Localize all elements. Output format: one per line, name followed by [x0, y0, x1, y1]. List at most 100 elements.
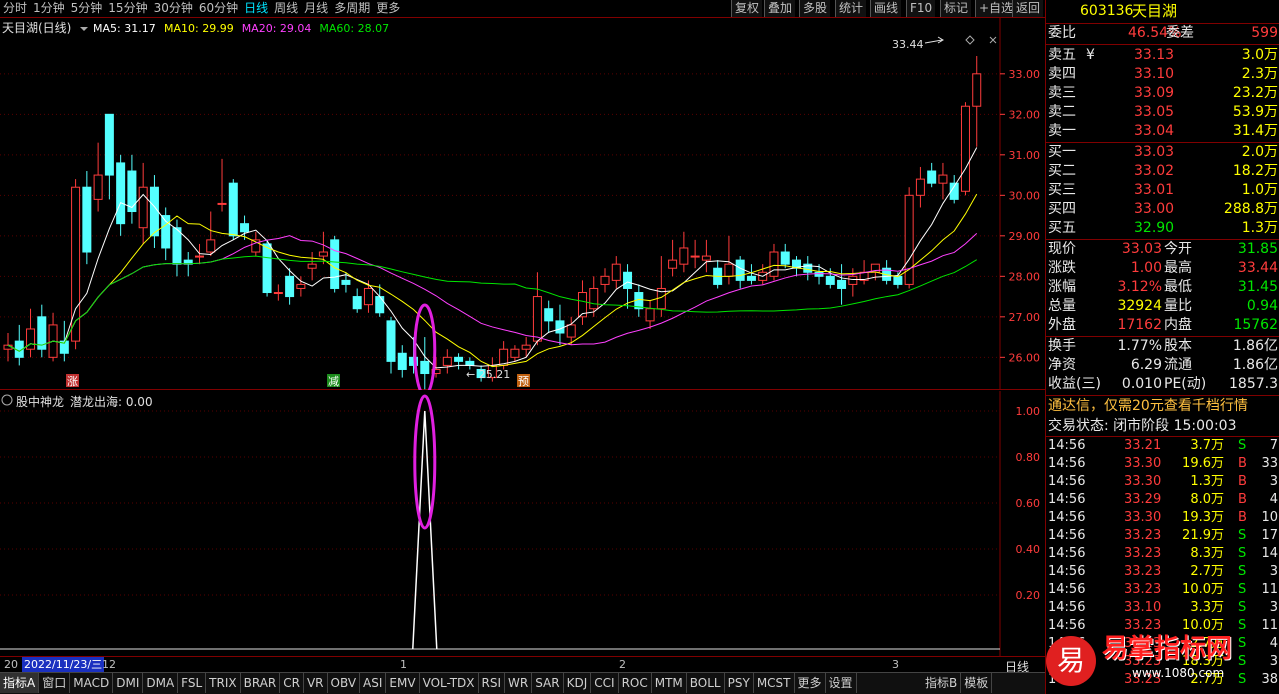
- indicator-menu-icon[interactable]: [1, 394, 13, 406]
- indicator-tab[interactable]: 设置: [826, 673, 857, 693]
- tick-price: 33.23: [1124, 528, 1162, 543]
- tick-row: 14:56 33.23 8.3万 S 14: [1046, 545, 1279, 563]
- candle-body: [127, 170, 137, 213]
- ma20-line: [7, 233, 978, 352]
- chevron-down-icon[interactable]: [80, 27, 88, 31]
- indicator-tab[interactable]: VR: [304, 673, 328, 693]
- toolbar-button[interactable]: F10: [906, 0, 936, 17]
- share-label: PE(动): [1164, 376, 1207, 392]
- tick-price: 33.30: [1124, 456, 1162, 471]
- timeframe-tab[interactable]: 月线: [301, 0, 331, 17]
- tick-price: 33.23: [1124, 564, 1162, 579]
- timeframe-tab[interactable]: 5分钟: [68, 0, 106, 17]
- indicator-tab[interactable]: MTM: [652, 673, 687, 693]
- tick-count: 14: [1261, 546, 1278, 561]
- toolbar-button[interactable]: 返回: [1012, 0, 1044, 17]
- indicator-tab[interactable]: MCST: [754, 673, 795, 693]
- indicator-tab[interactable]: OBV: [328, 673, 361, 693]
- indicator-svg[interactable]: 1.00 0.80 0.60 0.40 0.20: [0, 391, 1045, 656]
- toolbar-button[interactable]: 复权: [731, 0, 763, 17]
- bid-price: 33.02: [1134, 163, 1175, 179]
- tick-price: 33.10: [1124, 600, 1162, 615]
- share-value: 1.86亿: [1232, 357, 1278, 373]
- indicator-tab[interactable]: CR: [280, 673, 304, 693]
- indicator-tab[interactable]: DMA: [143, 673, 179, 693]
- kline-chart[interactable]: 33.00 32.00 31.00 30.00 29.00 28.00 27.00 26.00…: [0, 18, 1045, 397]
- tick-volume: 3.3万: [1190, 600, 1224, 615]
- axis-after-date: 12: [102, 658, 116, 671]
- tick-side: S: [1238, 438, 1247, 453]
- diamond-icon[interactable]: [965, 35, 975, 45]
- indicator-tab[interactable]: CCI: [591, 673, 619, 693]
- indicator-tab[interactable]: 指标A: [0, 673, 40, 693]
- candle-body: [318, 251, 328, 257]
- ma-label: MA20: 29.04: [242, 22, 312, 35]
- stat-row: 现价 33.03 今开 31.85: [1046, 240, 1279, 259]
- promo-link[interactable]: 通达信，仅需20元查看千档行情: [1046, 397, 1279, 416]
- indicator-value: 潜龙出海: 0.00: [70, 395, 153, 409]
- ask-row: 卖一 33.04 31.4万: [1046, 122, 1279, 141]
- timeframe-tab[interactable]: 30分钟: [151, 0, 196, 17]
- indicator-tab[interactable]: 模板: [961, 673, 993, 693]
- indicator-tab[interactable]: 窗口: [39, 673, 71, 693]
- timeframe-tab[interactable]: 分时: [0, 0, 30, 17]
- high-annotation: 33.44: [892, 38, 924, 51]
- tick-count: 11: [1261, 582, 1278, 597]
- indicator-tab[interactable]: PSY: [725, 673, 754, 693]
- bid-label: 买五: [1048, 220, 1076, 236]
- indicator-tab[interactable]: ASI: [360, 673, 387, 693]
- toolbar-button[interactable]: 统计: [835, 0, 867, 17]
- indicator-tab[interactable]: ROC: [619, 673, 652, 693]
- toolbar-button[interactable]: +自选: [975, 0, 1017, 17]
- timeframe-tab[interactable]: 15分钟: [105, 0, 150, 17]
- ask-volume: 2.3万: [1241, 66, 1278, 82]
- indicator-tab[interactable]: EMV: [386, 673, 420, 693]
- candle-body: [690, 255, 700, 258]
- indicator-tab[interactable]: RSI: [479, 673, 506, 693]
- candle-body: [679, 247, 689, 265]
- candle-body: [386, 320, 396, 362]
- stat-row: 涨跌 1.00 最高 33.44: [1046, 259, 1279, 278]
- share-row: 收益(三) 0.010 PE(动) 1857.3: [1046, 375, 1279, 394]
- tick-time: 14:56: [1048, 600, 1086, 615]
- toolbar-button[interactable]: 叠加: [764, 0, 796, 17]
- stat-label: 总量: [1048, 298, 1076, 314]
- timeframe-tab[interactable]: 更多: [373, 0, 403, 17]
- indicator-tab[interactable]: SAR: [532, 673, 564, 693]
- toolbar-button[interactable]: 标记: [940, 0, 972, 17]
- tick-count: 17: [1261, 528, 1278, 543]
- tick-time: 14:56: [1048, 564, 1086, 579]
- indicator-tab[interactable]: DMI: [113, 673, 144, 693]
- stat-label: 最低: [1164, 279, 1192, 295]
- indicator-tab[interactable]: VOL-TDX: [420, 673, 479, 693]
- tick-volume: 21.9万: [1182, 528, 1224, 543]
- candle-body: [645, 308, 655, 322]
- timeframe-tab[interactable]: 60分钟: [196, 0, 241, 17]
- kline-svg[interactable]: 33.00 32.00 31.00 30.00 29.00 28.00 27.00 26.00…: [0, 18, 1045, 397]
- stat-label: 最高: [1164, 260, 1192, 276]
- share-label: 净资: [1048, 357, 1076, 373]
- indicator-tab[interactable]: BOLL: [687, 673, 725, 693]
- indicator-tab[interactable]: FSL: [178, 673, 207, 693]
- tick-count: 33: [1261, 456, 1278, 471]
- indicator-tab[interactable]: 更多: [795, 673, 826, 693]
- timeframe-tab[interactable]: 1分钟: [30, 0, 68, 17]
- indicator-tab[interactable]: TRIX: [206, 673, 241, 693]
- toolbar-button[interactable]: 多股: [799, 0, 831, 17]
- tick-volume: 2.7万: [1190, 564, 1224, 579]
- tick-time: 14:56: [1048, 474, 1086, 489]
- indicator-tab[interactable]: MACD: [70, 673, 114, 693]
- timeframe-tab[interactable]: 多周期: [331, 0, 373, 17]
- indicator-chart[interactable]: 1.00 0.80 0.60 0.40 0.20 股中神龙 潜龙出海: 0.00: [0, 391, 1045, 656]
- indicator-tab[interactable]: WR: [505, 673, 533, 693]
- close-icon[interactable]: [989, 36, 997, 44]
- indicator-tab[interactable]: KDJ: [564, 673, 592, 693]
- timeframe-tab[interactable]: 周线: [271, 0, 301, 17]
- bid-volume: 18.2万: [1232, 163, 1278, 179]
- ma60-line: [7, 255, 977, 352]
- indicator-tab[interactable]: 指标B: [922, 673, 962, 693]
- toolbar-button[interactable]: 画线: [870, 0, 902, 17]
- timeframe-tab[interactable]: 日线: [241, 0, 271, 17]
- indicator-tab[interactable]: BRAR: [241, 673, 281, 693]
- tick-side: B: [1238, 492, 1247, 507]
